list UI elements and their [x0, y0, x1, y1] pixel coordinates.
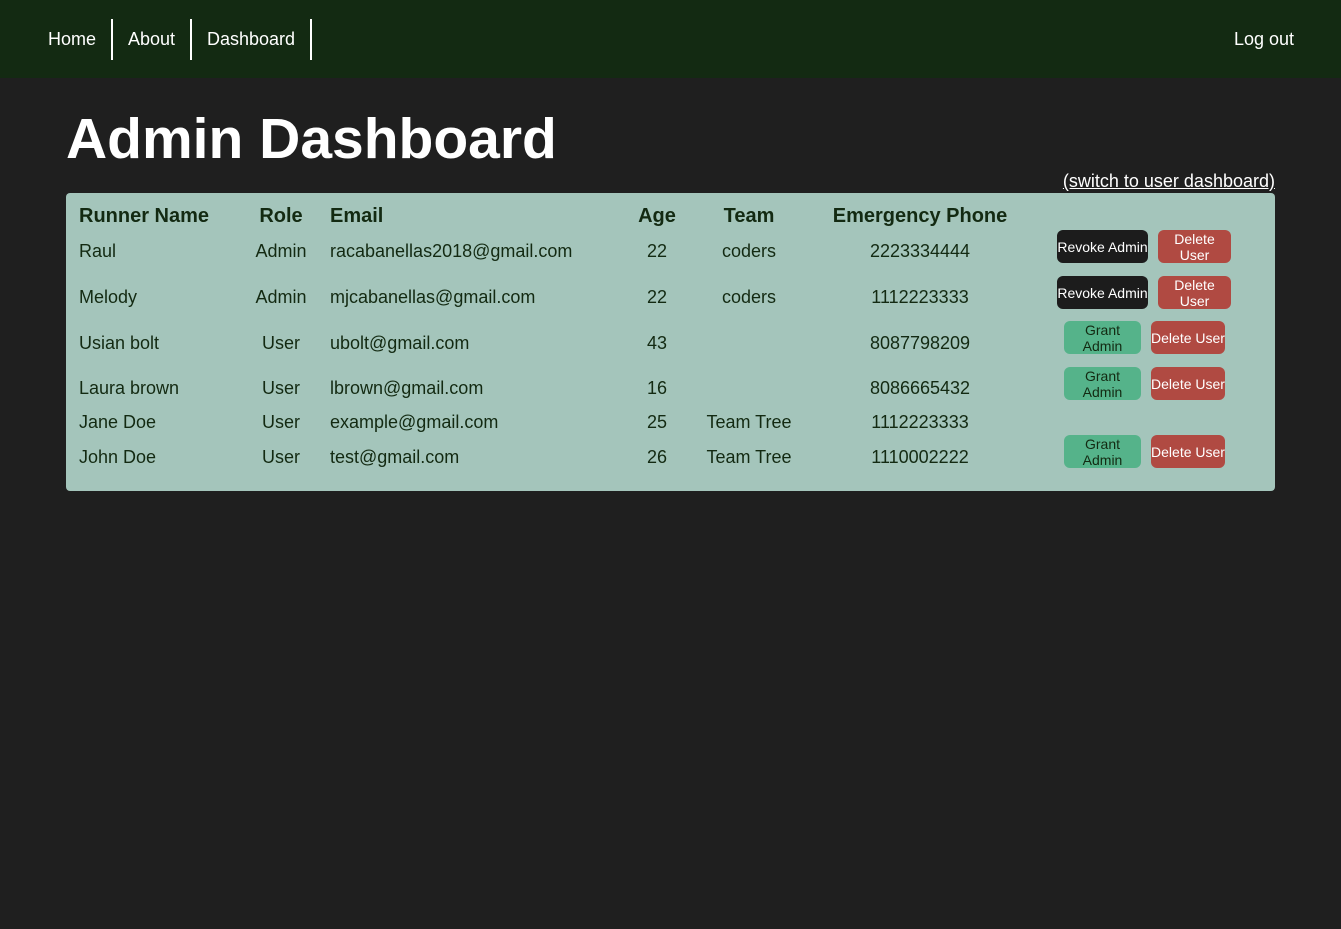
switch-to-user-dashboard-link[interactable]: (switch to user dashboard)	[1063, 169, 1275, 193]
team-cell: coders	[721, 241, 777, 261]
runner-name-cell: Melody	[79, 287, 138, 307]
users-table: Runner Name Role Email Age Team Emergenc…	[66, 193, 1275, 491]
header-runner-name: Runner Name	[79, 205, 210, 227]
grant-admin-button[interactable]: Grant Admin	[1064, 367, 1141, 400]
delete-user-button[interactable]: Delete User	[1151, 367, 1225, 400]
role-cell: Admin	[255, 287, 307, 307]
revoke-admin-button[interactable]: Revoke Admin	[1057, 230, 1148, 263]
delete-user-button[interactable]: Delete User	[1158, 230, 1231, 263]
age-cell: 25	[646, 412, 668, 432]
role-cell: Admin	[255, 241, 307, 261]
age-cell: 43	[646, 333, 668, 353]
runner-name-cell: Usian bolt	[79, 333, 160, 353]
email-cell: racabanellas2018@gmail.com	[330, 241, 573, 261]
header-team: Team	[723, 205, 775, 227]
grant-admin-button[interactable]: Grant Admin	[1064, 321, 1141, 354]
email-cell: mjcabanellas@gmail.com	[330, 287, 536, 307]
logout-link[interactable]: Log out	[1234, 19, 1294, 60]
age-cell: 22	[646, 287, 668, 307]
emergency-phone-cell: 1112223333	[871, 412, 969, 432]
grant-admin-button[interactable]: Grant Admin	[1064, 435, 1141, 468]
email-cell: ubolt@gmail.com	[330, 333, 470, 353]
top-navbar: Home About Dashboard Log out	[0, 0, 1341, 78]
nav-divider	[310, 19, 312, 60]
delete-user-button[interactable]: Delete User	[1158, 276, 1231, 309]
team-cell: coders	[721, 287, 777, 307]
runner-name-cell: Raul	[79, 241, 117, 261]
role-cell: User	[261, 378, 301, 398]
runner-name-cell: Laura brown	[79, 378, 180, 398]
emergency-phone-cell: 1112223333	[871, 287, 969, 307]
delete-user-button[interactable]: Delete User	[1151, 435, 1225, 468]
runner-name-cell: Jane Doe	[79, 412, 157, 432]
nav-dashboard-link[interactable]: Dashboard	[207, 19, 295, 60]
header-emergency-phone: Emergency Phone	[832, 205, 1008, 227]
role-cell: User	[261, 412, 301, 432]
age-cell: 22	[646, 241, 668, 261]
header-role: Role	[259, 205, 303, 227]
nav-divider	[111, 19, 113, 60]
email-cell: test@gmail.com	[330, 447, 460, 467]
email-cell: lbrown@gmail.com	[330, 378, 484, 398]
team-cell: Team Tree	[706, 412, 792, 432]
age-cell: 26	[646, 447, 668, 467]
revoke-admin-button[interactable]: Revoke Admin	[1057, 276, 1148, 309]
emergency-phone-cell: 8086665432	[869, 378, 971, 398]
delete-user-button[interactable]: Delete User	[1151, 321, 1225, 354]
nav-divider	[190, 19, 192, 60]
age-cell: 16	[646, 378, 668, 398]
runner-name-cell: John Doe	[79, 447, 157, 467]
header-email: Email	[330, 205, 384, 227]
team-cell: Team Tree	[706, 447, 792, 467]
role-cell: User	[261, 333, 301, 353]
email-cell: example@gmail.com	[330, 412, 499, 432]
role-cell: User	[261, 447, 301, 467]
emergency-phone-cell: 8087798209	[869, 333, 971, 353]
emergency-phone-cell: 1110002222	[871, 447, 969, 467]
header-age: Age	[638, 205, 676, 227]
page-title: Admin Dashboard	[66, 107, 557, 171]
emergency-phone-cell: 2223334444	[869, 241, 971, 261]
nav-about-link[interactable]: About	[128, 19, 175, 60]
nav-home-link[interactable]: Home	[48, 19, 96, 60]
